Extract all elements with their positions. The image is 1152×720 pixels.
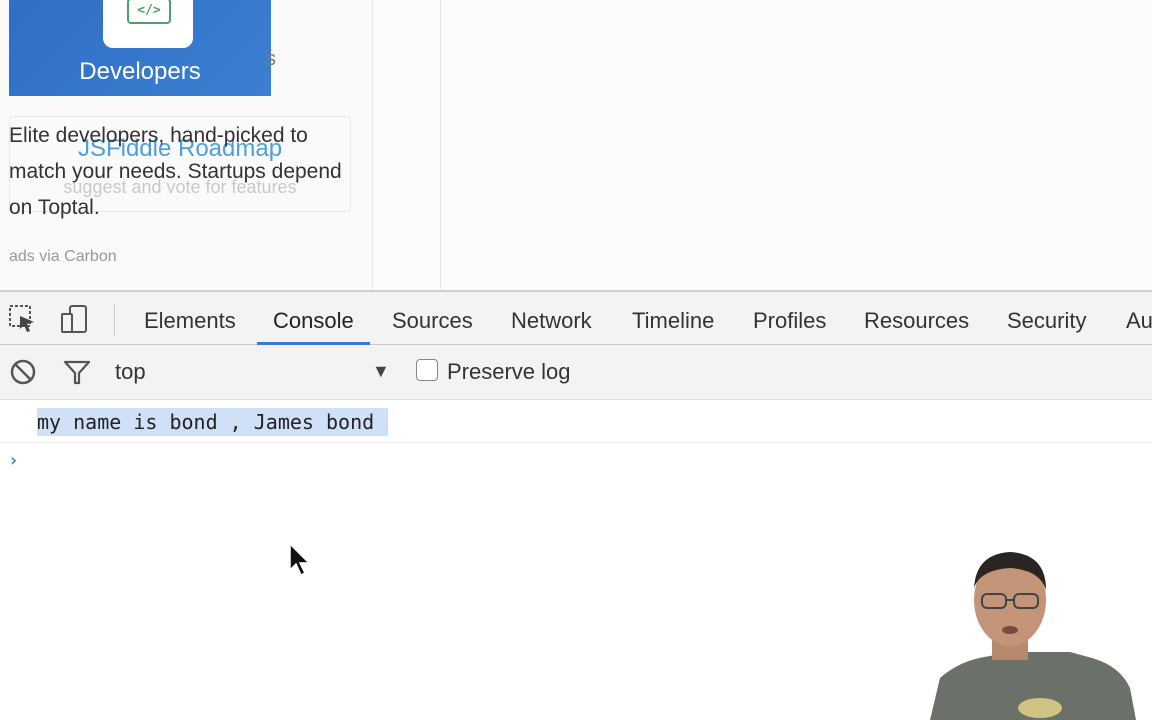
dropdown-arrow-icon[interactable]: ▼ <box>372 361 390 382</box>
ad-image[interactable]: </> Developers <box>9 0 271 96</box>
code-icon: </> <box>127 0 171 24</box>
tab-console[interactable]: Console <box>257 292 370 345</box>
ad-trailing-fragment: s <box>266 48 276 70</box>
tab-audits-truncated[interactable]: Au <box>1126 292 1152 345</box>
toolbar-separator <box>114 304 115 336</box>
inspect-icon[interactable] <box>8 304 38 334</box>
ad-attribution[interactable]: ads via Carbon <box>9 248 117 266</box>
clear-console-icon[interactable] <box>8 357 38 387</box>
column-divider <box>440 0 441 290</box>
tab-profiles[interactable]: Profiles <box>753 292 826 345</box>
mouse-cursor-icon <box>289 542 311 577</box>
tab-timeline[interactable]: Timeline <box>632 292 714 345</box>
device-icon[interactable] <box>60 304 90 334</box>
preserve-log-label[interactable]: Preserve log <box>447 359 571 385</box>
tab-elements[interactable]: Elements <box>144 292 236 345</box>
filter-icon[interactable] <box>62 357 92 387</box>
console-log-message[interactable]: my name is bond , James bond <box>37 408 389 436</box>
tab-sources[interactable]: Sources <box>392 292 473 345</box>
sidebar-ad-column: </> Developers s JSFiddle Roadmap sugges… <box>0 0 373 290</box>
context-selector[interactable]: top <box>115 359 146 385</box>
tab-network[interactable]: Network <box>511 292 592 345</box>
ad-brand-text: Developers <box>79 58 201 85</box>
preserve-log-checkbox[interactable] <box>416 359 438 381</box>
presenter-webcam-overlay <box>930 552 1136 720</box>
console-log-row: my name is bond , James bond <box>0 400 1152 443</box>
tab-security[interactable]: Security <box>1007 292 1086 345</box>
page-area: </> Developers s JSFiddle Roadmap sugges… <box>0 0 1152 290</box>
console-toolbar: top ▼ Preserve log <box>0 345 1152 400</box>
console-prompt[interactable]: › <box>8 450 19 471</box>
ad-badge: </> <box>103 0 193 48</box>
tab-resources[interactable]: Resources <box>864 292 969 345</box>
ad-copy[interactable]: Elite developers, hand-picked to match y… <box>9 118 359 226</box>
devtools-tabbar: Elements Console Sources Network Timelin… <box>0 290 1152 345</box>
